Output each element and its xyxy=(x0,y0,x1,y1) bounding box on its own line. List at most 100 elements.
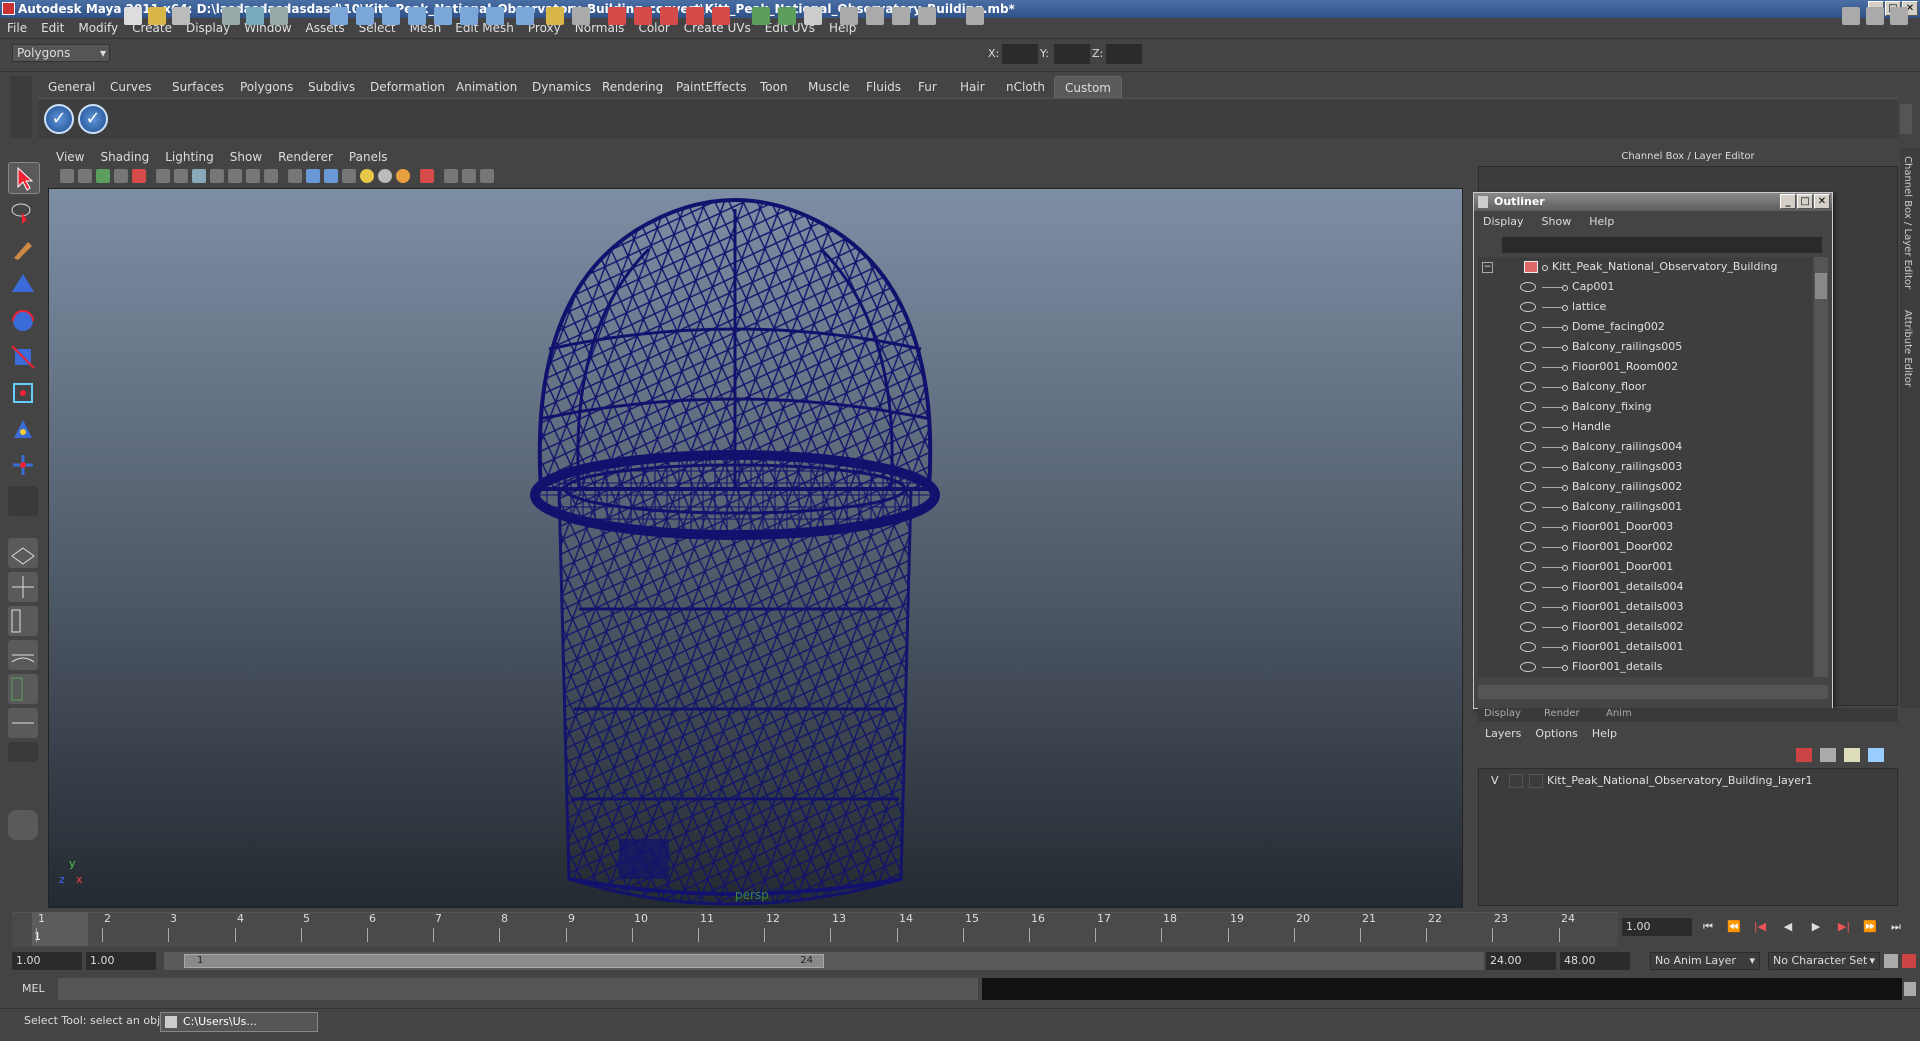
tab-toon[interactable]: Toon xyxy=(750,76,798,98)
perspective-viewport[interactable]: y x z xyxy=(48,188,1463,908)
command-line-input[interactable] xyxy=(58,978,978,1000)
list-item[interactable]: Floor001_details001 xyxy=(1478,637,1812,657)
default-light-icon[interactable] xyxy=(396,169,410,183)
list-item[interactable]: Floor001_Door002 xyxy=(1478,537,1812,557)
viewport-menu-renderer[interactable]: Renderer xyxy=(270,148,341,166)
camera-attributes-icon[interactable] xyxy=(78,169,92,183)
time-slider[interactable] xyxy=(12,912,1618,947)
snap-grid-icon[interactable] xyxy=(330,7,348,25)
shadows-icon[interactable] xyxy=(378,169,392,183)
new-layer-icon[interactable] xyxy=(1844,748,1860,762)
textured-icon[interactable] xyxy=(342,169,356,183)
make-live-icon[interactable] xyxy=(434,7,452,25)
list-item[interactable]: Floor001_Door001 xyxy=(1478,557,1812,577)
animation-preferences-icon[interactable] xyxy=(1902,954,1916,968)
list-item[interactable]: Floor001_details004 xyxy=(1478,577,1812,597)
outliner-menu-help[interactable]: Help xyxy=(1580,213,1623,231)
tab-muscle[interactable]: Muscle xyxy=(798,76,860,98)
safe-title-icon[interactable] xyxy=(264,169,278,183)
list-item[interactable]: Floor001_details003 xyxy=(1478,597,1812,617)
script-editor-button-icon[interactable] xyxy=(1904,982,1916,996)
safe-action-icon[interactable] xyxy=(246,169,260,183)
list-item[interactable]: Balcony_railings001 xyxy=(1478,497,1812,517)
tab-curves[interactable]: Curves xyxy=(100,76,162,98)
persp-outliner-layout-icon[interactable] xyxy=(8,606,38,636)
select-hierarchy-icon[interactable] xyxy=(222,7,240,25)
render-icon[interactable] xyxy=(608,7,626,25)
current-frame-field[interactable]: 1.00 xyxy=(1622,918,1692,936)
layer-menu-layers[interactable]: Layers xyxy=(1478,724,1528,744)
wireframe-on-shaded-icon[interactable] xyxy=(324,169,338,183)
outliner-menu-show[interactable]: Show xyxy=(1533,213,1581,231)
layer-color-swatch[interactable] xyxy=(1529,774,1543,788)
layer-tab-display[interactable]: Display xyxy=(1484,708,1521,719)
hand-icon[interactable] xyxy=(8,810,38,840)
select-camera-icon[interactable] xyxy=(60,169,74,183)
xray-components-icon[interactable] xyxy=(480,169,494,183)
list-item[interactable]: Floor001_details xyxy=(1478,657,1812,677)
select-object-icon[interactable] xyxy=(246,7,264,25)
snap-surface-icon[interactable] xyxy=(460,7,478,25)
history-icon[interactable] xyxy=(572,7,590,25)
list-item[interactable]: Floor001_details002 xyxy=(1478,617,1812,637)
side-tab-channel-box[interactable]: Channel Box / Layer Editor xyxy=(1902,156,1913,289)
step-forward-key-button[interactable]: ⏩ xyxy=(1862,920,1878,934)
smooth-shading-icon[interactable] xyxy=(306,169,320,183)
lasso-tool-icon[interactable] xyxy=(8,198,38,228)
show-attribute-editor-icon[interactable] xyxy=(1842,7,1860,25)
channel-box-icon[interactable] xyxy=(804,7,822,25)
grease-pencil-icon[interactable] xyxy=(132,169,146,183)
tab-fur[interactable]: Fur xyxy=(908,76,947,98)
field-chart-icon[interactable] xyxy=(228,169,242,183)
range-slider-bar[interactable]: 1 24 xyxy=(184,954,824,968)
command-line-language[interactable]: MEL xyxy=(22,982,45,995)
outliner-menu-display[interactable]: Display xyxy=(1474,213,1533,231)
snap-point-icon[interactable] xyxy=(382,7,400,25)
xray-joints-icon[interactable] xyxy=(462,169,476,183)
layer-visibility-toggle[interactable]: V xyxy=(1491,771,1499,791)
list-item[interactable]: Cap001 xyxy=(1478,277,1812,297)
list-item[interactable]: lattice xyxy=(1478,297,1812,317)
outliner-maximize-button[interactable]: □ xyxy=(1797,194,1813,209)
show-tool-settings-icon[interactable] xyxy=(1866,7,1884,25)
menu-edit[interactable]: Edit xyxy=(34,18,71,38)
y-field[interactable] xyxy=(1054,44,1090,64)
play-forwards-button[interactable]: ▶ xyxy=(1808,920,1824,934)
tab-general[interactable]: General xyxy=(38,76,105,98)
viewport-menu-lighting[interactable]: Lighting xyxy=(157,148,222,166)
menu-set-dropdown[interactable]: Polygons ▾ xyxy=(12,44,110,62)
step-back-frame-button[interactable]: |◀ xyxy=(1752,920,1768,934)
viewport-menu-shading[interactable]: Shading xyxy=(92,148,157,166)
layer-tab-anim[interactable]: Anim xyxy=(1606,708,1632,719)
list-item[interactable]: Floor001_Door003 xyxy=(1478,517,1812,537)
shelf-menu-handle[interactable] xyxy=(10,76,32,138)
outliner-root-row[interactable]: − Kitt_Peak_National_Observatory_Buildin… xyxy=(1478,257,1812,277)
outliner-vertical-scrollbar[interactable] xyxy=(1814,257,1828,677)
tab-surfaces[interactable]: Surfaces xyxy=(162,76,234,98)
tab-painteffects[interactable]: PaintEffects xyxy=(666,76,756,98)
outliner-scroll-thumb[interactable] xyxy=(1815,273,1827,299)
layout-options-icon[interactable] xyxy=(8,742,38,762)
film-gate-icon[interactable] xyxy=(174,169,188,183)
collapse-toggle-icon[interactable]: − xyxy=(1482,262,1493,273)
transform-mode-icon[interactable] xyxy=(966,7,984,25)
outliner-close-button[interactable]: ✕ xyxy=(1814,194,1830,209)
custom-shelf-check-button-2[interactable]: ✓ xyxy=(78,104,108,134)
new-layer-selected-icon[interactable] xyxy=(1868,748,1884,762)
tab-custom[interactable]: Custom xyxy=(1054,76,1122,99)
select-component-icon[interactable] xyxy=(270,7,288,25)
tab-deformation[interactable]: Deformation xyxy=(360,76,455,98)
tab-polygons[interactable]: Polygons xyxy=(230,76,303,98)
list-item[interactable]: Balcony_railings004 xyxy=(1478,437,1812,457)
lock-icon[interactable] xyxy=(546,7,564,25)
gate-mask-icon[interactable] xyxy=(210,169,224,183)
hypershade-icon[interactable] xyxy=(686,7,704,25)
list-item[interactable]: Floor001_Room002 xyxy=(1478,357,1812,377)
bookmarks-icon[interactable] xyxy=(96,169,110,183)
list-item[interactable]: Balcony_railings005 xyxy=(1478,337,1812,357)
new-scene-icon[interactable] xyxy=(124,7,142,25)
tab-ncloth[interactable]: nCloth xyxy=(996,76,1055,98)
viewport-menu-view[interactable]: View xyxy=(48,148,92,166)
layer-menu-options[interactable]: Options xyxy=(1528,724,1584,744)
outliner-title-bar[interactable]: Outliner _ □ ✕ xyxy=(1474,193,1832,211)
